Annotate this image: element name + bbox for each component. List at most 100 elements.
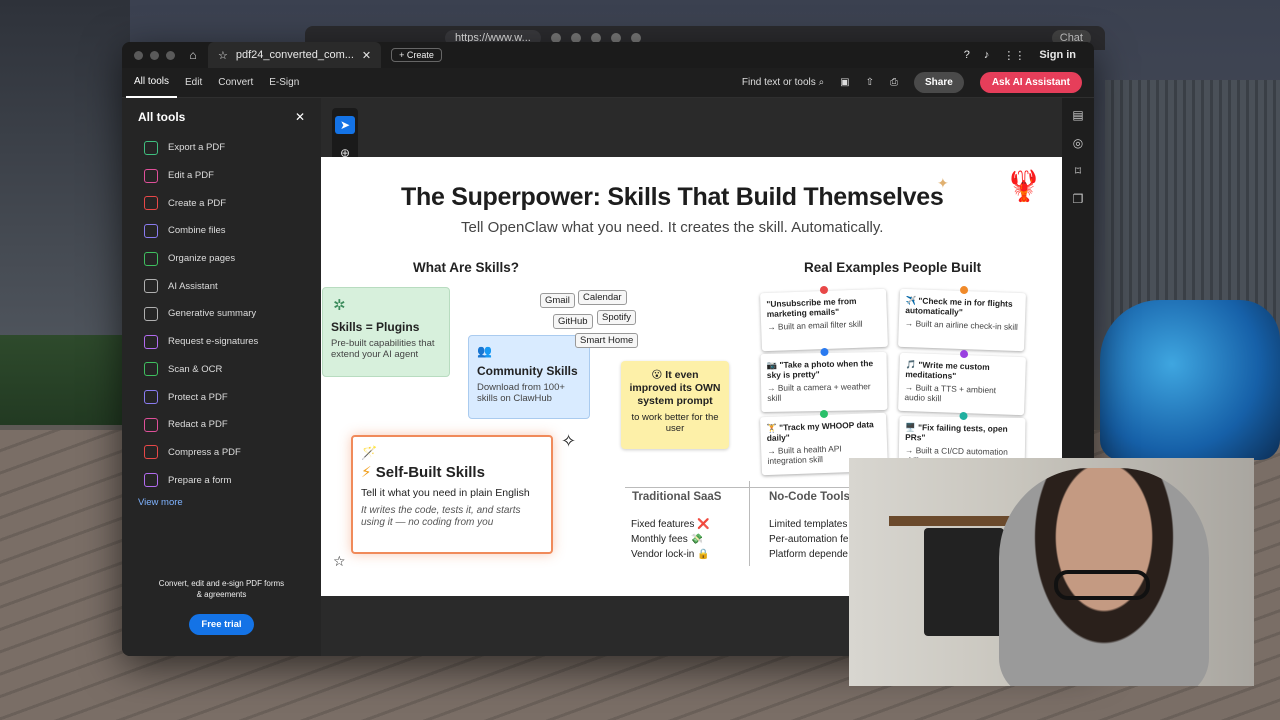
sidebar-item[interactable]: AI Assistant xyxy=(122,272,321,300)
sidebar-item[interactable]: Organize pages xyxy=(122,245,321,273)
example-result: → Built an email filter skill xyxy=(767,318,863,332)
print-icon[interactable]: ⎙ xyxy=(890,77,898,88)
minimize-window-button[interactable] xyxy=(150,50,159,60)
comment-icon[interactable]: ▤ xyxy=(1072,108,1083,122)
sidebar-item[interactable]: Create a PDF xyxy=(122,189,321,217)
bell-icon[interactable]: ♪ xyxy=(984,49,990,61)
sidebar-item-label: Compress a PDF xyxy=(168,446,241,458)
sidebar-item[interactable]: Prepare a form xyxy=(122,466,321,494)
example-quote: 📷 "Take a photo when the sky is pretty" xyxy=(766,358,874,380)
sidebar-item-label: Create a PDF xyxy=(168,197,227,209)
tag-smart-home: Smart Home xyxy=(575,333,639,348)
sidebar-promo: Convert, edit and e-sign PDF forms & agr… xyxy=(122,578,321,635)
people-icon: 👥 xyxy=(477,344,492,358)
tag-spotify: Spotify xyxy=(597,310,637,325)
star-icon[interactable]: ☆ xyxy=(218,49,228,62)
sidebar-item[interactable]: Export a PDF xyxy=(122,134,321,162)
create-icon xyxy=(144,196,158,211)
menu-bar: All tools Edit Convert E-Sign Find text … xyxy=(122,68,1094,98)
example-quote: 🎵 "Write me custom meditations" xyxy=(905,359,990,381)
bookmark-icon[interactable]: ⌑ xyxy=(1075,164,1081,178)
menu-convert[interactable]: Convert xyxy=(210,68,261,98)
sidebar-item[interactable]: Protect a PDF xyxy=(122,383,321,411)
table-col1-header: Traditional SaaS xyxy=(632,491,722,503)
close-icon[interactable]: ✕ xyxy=(295,110,305,124)
star-outline-icon: ☆ xyxy=(333,553,346,569)
document-tab[interactable]: ☆ pdf24_converted_com... ✕ xyxy=(208,42,382,68)
find-tools[interactable]: Find text or tools ⌕ xyxy=(742,77,824,88)
organize-icon xyxy=(144,251,158,266)
sidebar-item[interactable]: Scan & OCR xyxy=(122,356,321,384)
sidebar-item-label: Export a PDF xyxy=(168,142,226,154)
right-heading: Real Examples People Built xyxy=(804,260,982,275)
sidebar-item[interactable]: Compress a PDF xyxy=(122,439,321,467)
sidebar-item[interactable]: Request e-signatures xyxy=(122,328,321,356)
example-result: → Built a TTS + ambient audio skill xyxy=(904,382,997,404)
form-icon xyxy=(144,473,158,488)
scan-icon xyxy=(144,362,158,377)
community-title: Community Skills xyxy=(477,364,578,378)
sidebar-item[interactable]: Redact a PDF xyxy=(122,411,321,439)
menu-edit[interactable]: Edit xyxy=(177,68,210,98)
search-icon: ⌕ xyxy=(818,77,825,88)
sidebar-item[interactable]: Generative summary xyxy=(122,300,321,328)
save-icon[interactable]: ▣ xyxy=(840,77,849,88)
tag-github: GitHub xyxy=(553,314,593,329)
maximize-window-button[interactable] xyxy=(166,50,175,60)
example-note: 🎵 "Write me custom meditations" → Built a… xyxy=(898,349,1026,416)
promo-text: Convert, edit and e-sign PDF forms & agr… xyxy=(158,579,285,599)
self-built-card: 🪄 ⚡ Self-Built Skills Tell it what you n… xyxy=(351,435,553,554)
ai-icon xyxy=(144,279,158,294)
tag-gmail: Gmail xyxy=(540,293,575,308)
background-car xyxy=(1100,300,1280,460)
select-tool-icon[interactable]: ➤ xyxy=(335,116,355,134)
close-tab-icon[interactable]: ✕ xyxy=(362,49,371,62)
view-more-link[interactable]: View more xyxy=(122,497,321,508)
pages-icon[interactable]: ❐ xyxy=(1073,192,1084,206)
pushpin-icon xyxy=(820,347,829,357)
community-body: Download from 100+ skills on ClawHub xyxy=(477,382,565,404)
wand-icon: 🪄 xyxy=(361,445,378,460)
slide-subtitle: Tell OpenClaw what you need. It creates … xyxy=(461,219,884,236)
share-button[interactable]: Share xyxy=(914,72,964,93)
self-built-title: ⚡ Self-Built Skills xyxy=(361,463,543,481)
example-note: "Unsubscribe me from marketing emails" → … xyxy=(760,285,888,352)
close-window-button[interactable] xyxy=(134,50,143,60)
free-trial-button[interactable]: Free trial xyxy=(189,614,254,635)
self-built-title-text: Self-Built Skills xyxy=(375,464,485,481)
pushpin-icon xyxy=(819,409,829,419)
summary-icon xyxy=(144,306,158,321)
example-note: ✈️ "Check me in for flights automaticall… xyxy=(898,285,1026,352)
annotate-icon[interactable]: ◎ xyxy=(1073,136,1083,150)
sign-in-button[interactable]: Sign in xyxy=(1039,49,1076,61)
sidebar-item-label: Redact a PDF xyxy=(168,419,228,431)
menu-all-tools[interactable]: All tools xyxy=(126,68,178,98)
apps-icon[interactable]: ⋮⋮ xyxy=(1003,49,1025,62)
plugins-title: Skills = Plugins xyxy=(331,320,420,334)
example-quote: "Unsubscribe me from marketing emails" xyxy=(766,295,857,319)
table-row: Limited templates xyxy=(769,519,848,530)
table-col2-header: No-Code Tools xyxy=(769,491,850,503)
menu-esign[interactable]: E-Sign xyxy=(261,68,307,98)
redact-icon xyxy=(144,417,158,432)
example-result: → Built a camera + weather skill xyxy=(767,381,871,403)
sidebar-title: All tools xyxy=(138,110,186,124)
table-column-divider xyxy=(749,481,750,566)
sidebar-item[interactable]: Combine files xyxy=(122,217,321,245)
table-row: Fixed features ❌ xyxy=(631,519,710,530)
slide-title: The Superpower: Skills That Build Themse… xyxy=(401,183,944,211)
pushpin-icon xyxy=(959,411,968,421)
home-icon[interactable]: ⌂ xyxy=(182,48,204,62)
sidebar-item-label: Protect a PDF xyxy=(168,391,228,403)
sidebar-item[interactable]: Edit a PDF xyxy=(122,162,321,190)
protect-icon xyxy=(144,390,158,405)
help-icon[interactable]: ? xyxy=(964,49,970,61)
sparkle-icon: ✧ xyxy=(561,431,577,451)
webcam-shelf xyxy=(889,516,1019,526)
ask-ai-button[interactable]: Ask AI Assistant xyxy=(979,72,1082,93)
bolt-icon: ⚡ xyxy=(361,464,372,481)
upload-icon[interactable]: ⇧ xyxy=(866,77,874,88)
create-button[interactable]: + Create xyxy=(391,48,442,62)
all-tools-sidebar: All tools ✕ Export a PDF Edit a PDF Create… xyxy=(122,98,321,656)
table-row: Monthly fees 💸 xyxy=(631,534,703,545)
